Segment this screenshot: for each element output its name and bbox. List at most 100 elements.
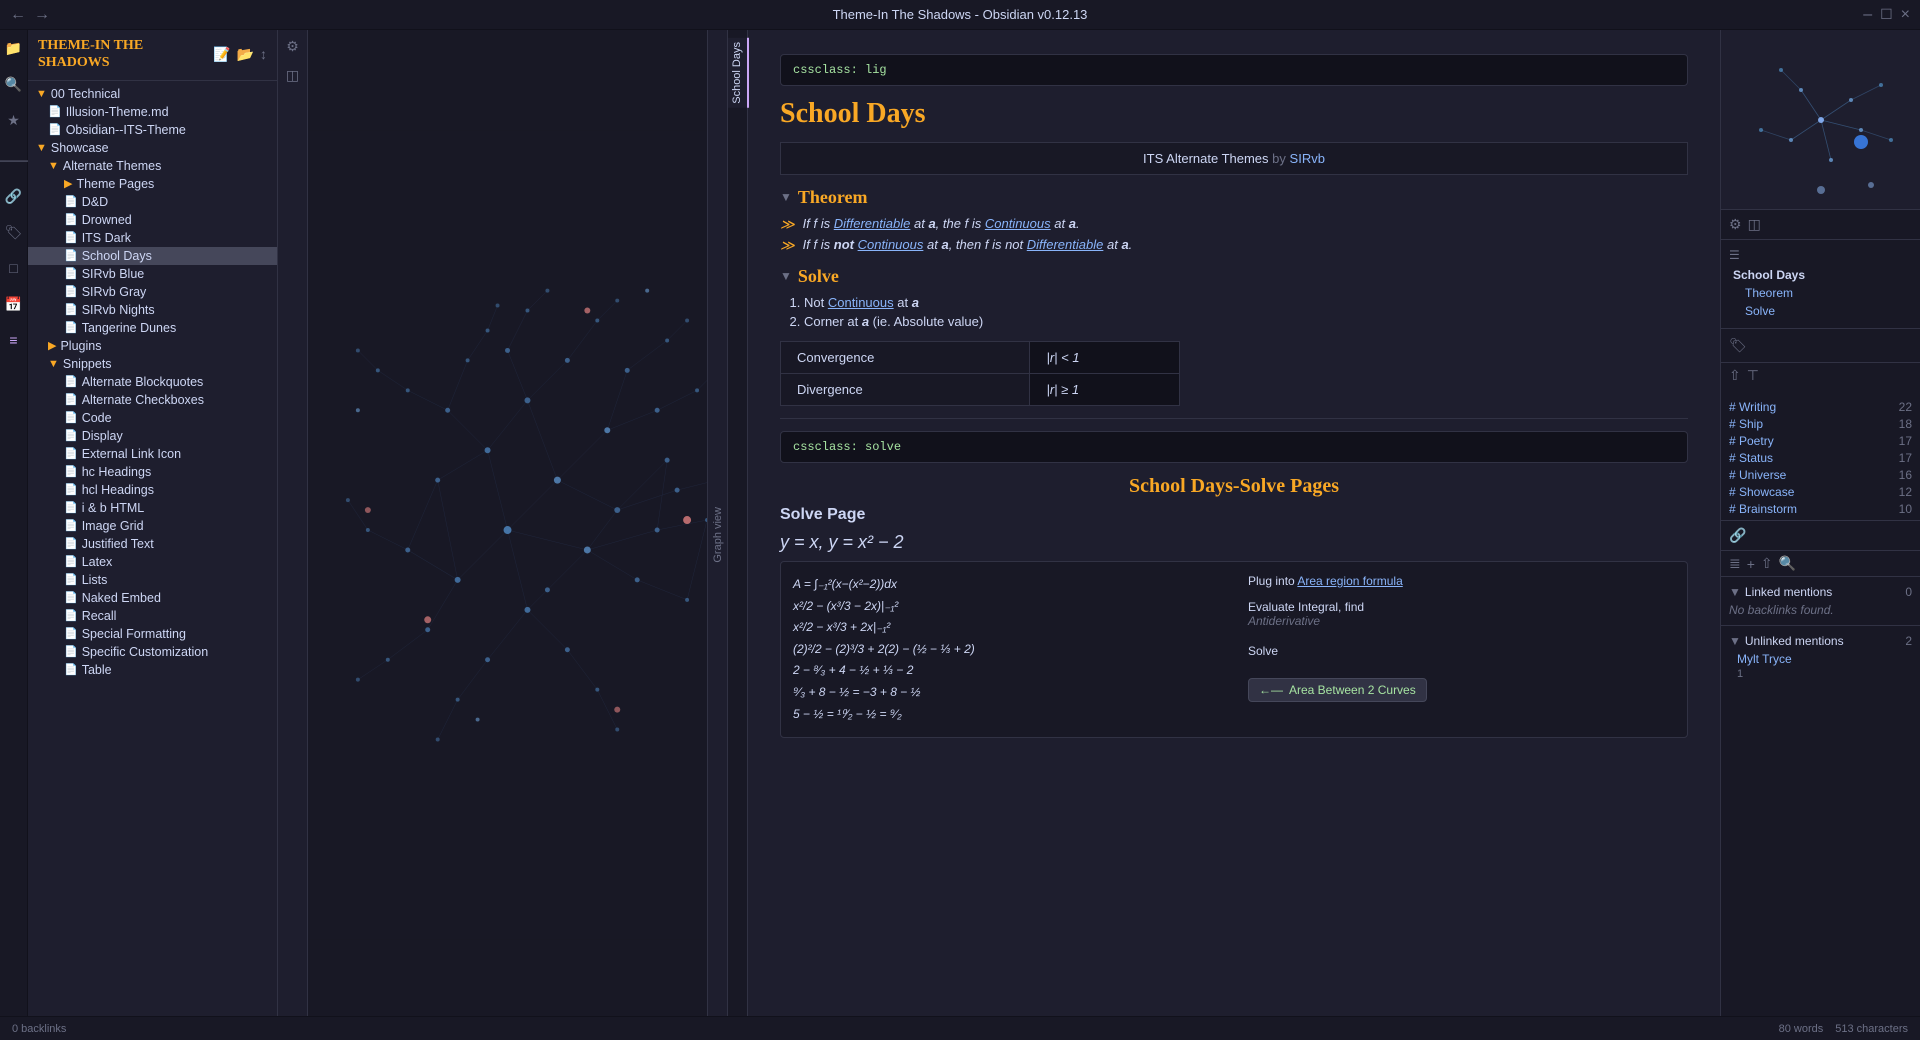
solve-collapse-arrow[interactable]: ▼ (780, 269, 792, 284)
minimize-button[interactable]: – (1863, 6, 1872, 24)
sidebar-item-recall[interactable]: 📄 Recall (28, 607, 277, 625)
tag-icon[interactable]: 🏷 (1729, 337, 1747, 353)
sidebar-item-showcase[interactable]: ▼ Showcase (28, 139, 277, 157)
sidebar-item-illusion-theme[interactable]: 📄 Illusion-Theme.md (28, 103, 277, 121)
rp-plus-icon[interactable]: + (1747, 556, 1755, 572)
sidebar-item-drowned[interactable]: 📄 Drowned (28, 211, 277, 229)
rp-up-icon[interactable]: ⇧ (1729, 367, 1741, 384)
right-filter-icon[interactable]: ◫ (1748, 216, 1761, 233)
outline-theorem[interactable]: Theorem (1729, 284, 1912, 302)
sidebar-label: SIRvb Nights (82, 303, 155, 317)
tag-status[interactable]: # Status 17 (1729, 451, 1912, 465)
forward-button[interactable]: → (34, 6, 50, 24)
mention-item[interactable]: Mylt Tryce (1729, 652, 1912, 666)
new-note-icon[interactable]: 📝 (213, 46, 230, 63)
rp-up2-icon[interactable]: ⇧ (1761, 555, 1773, 572)
file-icon: 📄 (64, 213, 78, 226)
word-count: 80 words (1779, 1023, 1824, 1035)
sidebar-item-tangerine-dunes[interactable]: 📄 Tangerine Dunes (28, 319, 277, 337)
sidebar-item-hcl-headings[interactable]: 📄 hcl Headings (28, 481, 277, 499)
sidebar-item-image-grid[interactable]: 📄 Image Grid (28, 517, 277, 535)
area-between-curves-button[interactable]: ←— Area Between 2 Curves (1248, 678, 1427, 702)
sidebar-item-justified-text[interactable]: 📄 Justified Text (28, 535, 277, 553)
tag-brainstorm[interactable]: # Brainstorm 10 (1729, 502, 1912, 516)
banner-text: ITS Alternate Themes (1143, 151, 1269, 166)
sidebar-item-its-theme[interactable]: 📄 Obsidian--ITS-Theme (28, 121, 277, 139)
sidebar-item-00-technical[interactable]: ▼ 00 Technical (28, 85, 277, 103)
divider-1 (780, 418, 1688, 419)
sidebar-label: Drowned (82, 213, 132, 227)
graph-filter-icon[interactable]: ◫ (286, 67, 299, 84)
sidebar-item-dnd[interactable]: 📄 D&D (28, 193, 277, 211)
ribbon-files-icon[interactable]: 📁 (4, 38, 24, 58)
tag-universe[interactable]: # Universe 16 (1729, 468, 1912, 482)
area-region-link[interactable]: Area region formula (1297, 574, 1402, 588)
tag-poetry-name: # Poetry (1729, 434, 1774, 448)
sidebar-item-specific-customization[interactable]: 📄 Specific Customization (28, 643, 277, 661)
outline-solve[interactable]: Solve (1729, 302, 1912, 320)
rp-search2-icon[interactable]: 🔍 (1779, 555, 1796, 572)
area-btn[interactable]: ←— Area Between 2 Curves (1248, 670, 1675, 702)
sidebar-item-plugins[interactable]: ▶ Plugins (28, 337, 277, 355)
ribbon-graph-icon[interactable]: ⸻ (4, 150, 24, 170)
sidebar-item-sirvb-blue[interactable]: 📄 SIRvb Blue (28, 265, 277, 283)
sidebar-item-alternate-themes[interactable]: ▼ Alternate Themes (28, 157, 277, 175)
outline-school-days[interactable]: School Days (1729, 266, 1912, 284)
rp-align-icon[interactable]: ≣ (1729, 555, 1741, 572)
window-nav[interactable]: ← → (10, 6, 50, 24)
sidebar-item-sirvb-nights[interactable]: 📄 SIRvb Nights (28, 301, 277, 319)
link-icon[interactable]: 🔗 (1729, 527, 1746, 543)
ribbon-active-icon[interactable]: ≡ (4, 330, 24, 350)
sidebar-item-alternate-checkboxes[interactable]: 📄 Alternate Checkboxes (28, 391, 277, 409)
antiderivative-label: Antiderivative (1248, 614, 1675, 628)
graph-visualization[interactable] (308, 30, 727, 1040)
close-button[interactable]: × (1901, 6, 1910, 24)
tag-brainstorm-name: # Brainstorm (1729, 502, 1797, 516)
rp-table-icon[interactable]: ⊤ (1747, 367, 1759, 384)
sidebar-label: Specific Customization (82, 645, 208, 659)
tab-school-days[interactable]: School Days (728, 38, 749, 108)
ribbon-canvas-icon[interactable]: □ (4, 258, 24, 278)
theorem-heading: ▼ Theorem (780, 187, 1688, 208)
ribbon-search-icon[interactable]: 🔍 (4, 74, 24, 94)
sidebar-item-theme-pages[interactable]: ▶ Theme Pages (28, 175, 277, 193)
ribbon-daily-icon[interactable]: 📅 (4, 294, 24, 314)
sidebar-item-hc-headings[interactable]: 📄 hc Headings (28, 463, 277, 481)
tag-ship[interactable]: # Ship 18 (1729, 417, 1912, 431)
table-row-divergence: Divergence |r| ≥ 1 (781, 374, 1180, 406)
maximize-button[interactable]: ☐ (1880, 6, 1893, 23)
no-backlinks-msg: No backlinks found. (1729, 603, 1912, 617)
ribbon-bookmarks-icon[interactable]: ★ (4, 110, 24, 130)
unlinked-collapse[interactable]: ▼ (1729, 634, 1741, 648)
sidebar-item-i-b-html[interactable]: 📄 i & b HTML (28, 499, 277, 517)
sidebar-item-sirvb-gray[interactable]: 📄 SIRvb Gray (28, 283, 277, 301)
sidebar-item-school-days[interactable]: 📄 School Days (28, 247, 277, 265)
sort-icon[interactable]: ↕ (260, 46, 267, 63)
tag-writing[interactable]: # Writing 22 (1729, 400, 1912, 414)
sidebar-item-code[interactable]: 📄 Code (28, 409, 277, 427)
file-icon: 📄 (64, 537, 78, 550)
linked-collapse[interactable]: ▼ (1729, 585, 1741, 599)
sidebar-item-latex[interactable]: 📄 Latex (28, 553, 277, 571)
sidebar-label: D&D (82, 195, 108, 209)
collapse-arrow[interactable]: ▼ (780, 190, 792, 205)
tag-poetry[interactable]: # Poetry 17 (1729, 434, 1912, 448)
ribbon-links-icon[interactable]: 🔗 (4, 186, 24, 206)
new-folder-icon[interactable]: 📂 (237, 46, 254, 63)
ribbon-tags-icon[interactable]: 🏷 (4, 222, 24, 242)
sidebar-item-table[interactable]: 📄 Table (28, 661, 277, 679)
sidebar-item-lists[interactable]: 📄 Lists (28, 571, 277, 589)
solve-item-1: Not Continuous at a (804, 295, 1688, 310)
sidebar-item-snippets[interactable]: ▼ Snippets (28, 355, 277, 373)
tag-showcase[interactable]: # Showcase 12 (1729, 485, 1912, 499)
sidebar-item-display[interactable]: 📄 Display (28, 427, 277, 445)
sidebar-item-naked-embed[interactable]: 📄 Naked Embed (28, 589, 277, 607)
graph-settings-icon[interactable]: ⚙ (286, 38, 299, 55)
right-settings-icon[interactable]: ⚙ (1729, 216, 1742, 233)
sidebar-item-alternate-blockquotes[interactable]: 📄 Alternate Blockquotes (28, 373, 277, 391)
sidebar-item-special-formatting[interactable]: 📄 Special Formatting (28, 625, 277, 643)
window-controls[interactable]: – ☐ × (1863, 6, 1910, 24)
back-button[interactable]: ← (10, 6, 26, 24)
sidebar-item-external-link-icon[interactable]: 📄 External Link Icon (28, 445, 277, 463)
sidebar-item-its-dark[interactable]: 📄 ITS Dark (28, 229, 277, 247)
